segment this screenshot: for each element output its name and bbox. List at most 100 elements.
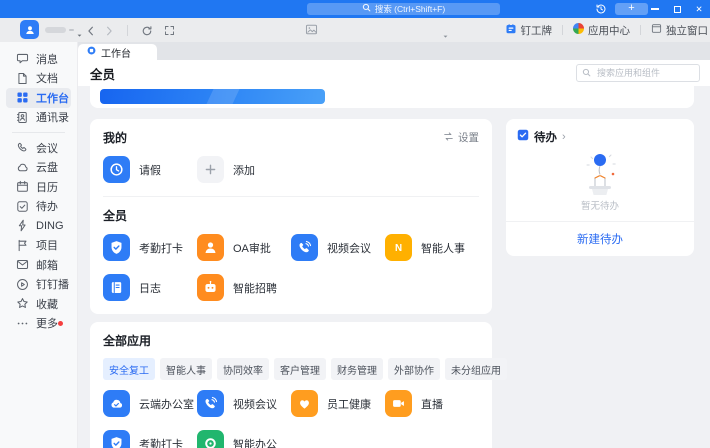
create-todo-button[interactable]: 新建待办 — [517, 222, 683, 247]
app-label: 考勤打卡 — [139, 438, 183, 448]
toolbar-item-window[interactable]: 独立窗口 — [641, 23, 710, 38]
search-icon — [582, 64, 591, 82]
new-tab-button[interactable]: + — [615, 2, 648, 15]
maximize-button[interactable] — [672, 4, 682, 14]
app-tile-robot[interactable]: 智能招聘 — [197, 274, 291, 301]
expand-button[interactable] — [163, 24, 176, 37]
app-tile-phone[interactable]: 视频会议 — [197, 390, 291, 417]
chat-icon — [16, 52, 29, 65]
todo-empty-state: 暂无待办 — [517, 151, 683, 212]
app-tile-clock[interactable]: 请假 — [103, 156, 197, 183]
more-icon — [16, 317, 29, 330]
chevron-right-icon: › — [562, 130, 566, 143]
tab-label: 工作台 — [101, 48, 131, 60]
main-area: 消息 文档 工作台 通讯录 会议 云盘 日历 待办 DING 项目 邮箱 钉钉播 收藏 更多 工作台 全… — [0, 42, 710, 448]
filter-chip[interactable]: 安全复工 — [103, 358, 155, 380]
sidebar-item-document[interactable]: 文档 — [6, 69, 71, 89]
star-icon — [16, 297, 29, 310]
app-label: 日志 — [139, 282, 161, 295]
app-tile-cloud[interactable]: 云端办公室 — [103, 390, 197, 417]
app-tile-shield-check[interactable]: 考勤打卡 — [103, 430, 197, 448]
app-label: 智能招聘 — [233, 282, 277, 295]
filter-chip[interactable]: 外部协作 — [388, 358, 440, 380]
settings-button[interactable]: 设置 — [443, 130, 479, 145]
user-avatar[interactable] — [20, 20, 39, 39]
sidebar-item-project[interactable]: 项目 — [6, 236, 71, 256]
caret-down-icon[interactable] — [76, 26, 83, 44]
app-tile-live[interactable]: 直播 — [385, 390, 479, 417]
banner[interactable] — [100, 89, 325, 104]
app-tile-letter-n[interactable]: N 智能人事 — [385, 234, 479, 261]
image-icon[interactable] — [305, 23, 318, 41]
phone-icon — [197, 390, 224, 417]
app-tile-journal[interactable]: 日志 — [103, 274, 197, 301]
sidebar-item-mail[interactable]: 邮箱 — [6, 255, 71, 275]
sidebar-item-contacts[interactable]: 通讯录 — [6, 108, 71, 128]
app-tile-heart[interactable]: 员工健康 — [291, 390, 385, 417]
history-button[interactable] — [594, 3, 608, 15]
chevron-down-icon[interactable] — [442, 27, 449, 45]
sidebar-primary: 消息文档 工作台 通讯录 — [0, 49, 77, 127]
banner-strip — [90, 86, 694, 108]
left-column: 我的 设置 请假 添加 全员 考勤打卡 OA审批 视频会议 N 智能人事 日志 智能招聘 — [90, 119, 507, 448]
app-center-icon — [573, 23, 584, 37]
sidebar-item-play[interactable]: 钉钉播 — [6, 275, 71, 295]
filter-chip[interactable]: 协同效率 — [217, 358, 269, 380]
app-label: 请假 — [139, 164, 161, 177]
sidebar-item-chat[interactable]: 消息 — [6, 49, 71, 69]
filter-chip[interactable]: 智能人事 — [160, 358, 212, 380]
toolbar-item-label: 钉工牌 — [520, 24, 553, 37]
play-icon — [16, 278, 29, 291]
workbench-scroll[interactable]: 我的 设置 请假 添加 全员 考勤打卡 OA审批 视频会议 N 智能人事 日志 智能招聘 — [78, 86, 710, 448]
toolbar-item-badge[interactable]: 钉工牌 — [495, 23, 563, 38]
minimize-button[interactable] — [650, 4, 660, 14]
shield-check-icon — [103, 234, 130, 261]
phone-icon — [291, 234, 318, 261]
sidebar-item-todo[interactable]: 待办 — [6, 197, 71, 217]
refresh-button[interactable] — [140, 24, 153, 37]
search-icon — [362, 3, 371, 14]
my-section-title: 我的 — [103, 131, 128, 145]
app-tile-phone[interactable]: 视频会议 — [291, 234, 385, 261]
my-section-header: 我的 设置 — [103, 129, 479, 146]
divider — [127, 25, 128, 36]
sidebar-item-label: 消息 — [36, 53, 58, 66]
global-search-button[interactable]: 搜索 (Ctrl+Shift+F) — [307, 2, 500, 15]
settings-label: 设置 — [458, 132, 479, 144]
cards-row: 我的 设置 请假 添加 全员 考勤打卡 OA审批 视频会议 N 智能人事 日志 智能招聘 — [90, 119, 694, 448]
letter-n-icon: N — [385, 234, 412, 261]
back-button[interactable] — [84, 24, 97, 37]
app-tile-plus[interactable]: 添加 — [197, 156, 291, 183]
todo-title: 待办 — [534, 132, 557, 144]
app-tile-shield-check[interactable]: 考勤打卡 — [103, 234, 197, 261]
app-tile-ring[interactable]: 智能办公 — [197, 430, 291, 448]
badge-icon — [505, 23, 517, 38]
forward-button[interactable] — [102, 24, 115, 37]
sidebar-item-grid[interactable]: 工作台 — [6, 88, 71, 108]
cloud-drive-icon — [16, 161, 29, 174]
members-apps-grid: 考勤打卡 OA审批 视频会议 N 智能人事日志 智能招聘 — [103, 234, 479, 301]
app-window: 搜索 (Ctrl+Shift+F) + 钉工牌应用中心独立窗口 消息文档工作台通… — [0, 0, 710, 448]
close-button[interactable] — [694, 4, 704, 14]
app-search-input[interactable] — [595, 67, 694, 79]
app-tile-person[interactable]: OA审批 — [197, 234, 291, 261]
app-search-box[interactable] — [576, 64, 700, 82]
user-name-redacted — [45, 27, 66, 33]
toolbar-item-app-center[interactable]: 应用中心 — [563, 23, 640, 38]
sidebar-item-cloud-drive[interactable]: 云盘 — [6, 158, 71, 178]
sidebar-item-star[interactable]: 收藏 — [6, 294, 71, 314]
sidebar-item-ding[interactable]: DING — [6, 216, 71, 236]
sidebar-item-meeting[interactable]: 会议 — [6, 138, 71, 158]
sidebar-item-calendar[interactable]: 日历 — [6, 177, 71, 197]
todo-panel-header[interactable]: 待办 › — [517, 128, 683, 146]
filter-chip[interactable]: 财务管理 — [331, 358, 383, 380]
app-label: 云端办公室 — [139, 398, 194, 411]
todo-panel: 待办 › 暂无待办 新建待办 — [506, 119, 694, 256]
filter-chip[interactable]: 客户管理 — [274, 358, 326, 380]
todo-check-icon — [517, 128, 529, 146]
window-controls — [650, 0, 704, 18]
members-section-title: 全员 — [103, 209, 128, 223]
filter-chip[interactable]: 未分组应用 — [445, 358, 507, 380]
tab-workbench[interactable]: 工作台 — [78, 44, 157, 60]
sidebar-item-more[interactable]: 更多 — [6, 314, 71, 334]
